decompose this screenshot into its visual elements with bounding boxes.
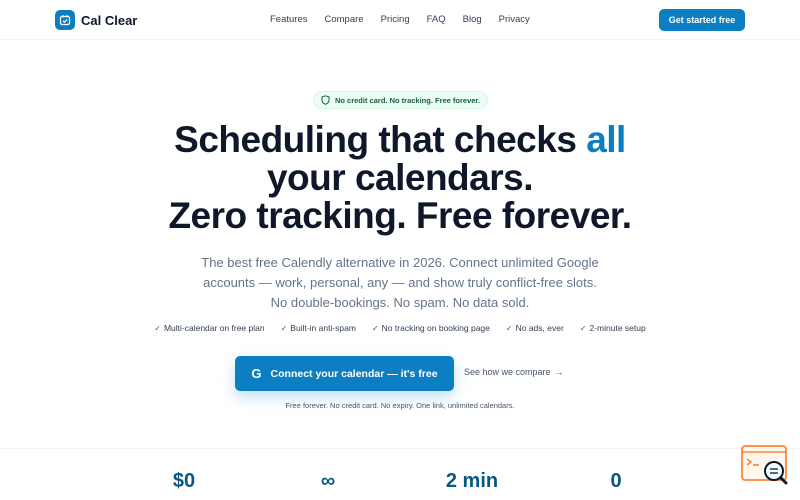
headline-accent: all [586, 119, 626, 160]
check-icon: ✓ [505, 323, 513, 333]
nav-link-privacy[interactable]: Privacy [499, 14, 530, 25]
headline-line2: your calendars. [266, 157, 534, 198]
hero-subtext: The best free Calendly alternative in 20… [201, 255, 599, 310]
brand-name: Cal Clear [81, 12, 138, 28]
feature-item: ✓ Multi-calendar on free plan [154, 323, 265, 333]
nav-link-pricing[interactable]: Pricing [381, 14, 410, 25]
feature-list: ✓ Multi-calendar on free plan ✓ Built-in… [0, 323, 800, 333]
brand-logo-link[interactable]: Cal Clear [55, 10, 137, 30]
nav-link-features[interactable]: Features [270, 14, 308, 25]
hero-headline: Scheduling that checks all your calendar… [0, 121, 800, 235]
get-started-button[interactable]: Get started free [659, 9, 745, 31]
stat-setup-time: 2 min [445, 470, 499, 492]
nav-link-compare[interactable]: Compare [325, 14, 364, 25]
stat-price: $0 [172, 470, 196, 492]
nav-link-blog[interactable]: Blog [463, 14, 482, 25]
stat-tracking: 0 [610, 470, 622, 492]
top-nav: Cal Clear Features Compare Pricing FAQ B… [0, 0, 800, 40]
google-g-icon: G [251, 366, 262, 381]
shield-icon [321, 95, 330, 105]
stats-divider [0, 448, 800, 449]
headline-line1: Scheduling that checks all [174, 119, 626, 160]
check-icon: ✓ [371, 323, 379, 333]
trust-badge-text: No credit card. No tracking. Free foreve… [334, 95, 481, 105]
arrow-right-icon: → [554, 367, 564, 377]
feature-item: ✓ No tracking on booking page [371, 323, 490, 333]
feature-item: ✓ No ads, ever [505, 323, 564, 333]
trust-badge: No credit card. No tracking. Free foreve… [313, 91, 488, 109]
stat-calendars: ∞ [320, 470, 336, 492]
feature-item: ✓ Built-in anti-spam [280, 323, 356, 333]
fine-print: Free forever. No credit card. No expiry.… [285, 401, 515, 410]
headline-line3: Zero tracking. Free forever. [168, 195, 632, 236]
code-search-icon [741, 445, 788, 485]
connect-calendar-label: Connect your calendar — it's free [270, 367, 438, 380]
floating-search-widget[interactable] [741, 445, 791, 490]
check-icon: ✓ [154, 323, 161, 333]
connect-calendar-button[interactable]: G Connect your calendar — it's free [235, 356, 454, 391]
check-icon: ✓ [579, 323, 587, 333]
compare-link[interactable]: See how we compare → [464, 367, 564, 377]
calendar-check-icon [55, 10, 75, 30]
check-icon: ✓ [280, 323, 288, 333]
nav-link-faq[interactable]: FAQ [427, 14, 446, 25]
feature-item: ✓ 2-minute setup [579, 323, 646, 333]
nav-links: Features Compare Pricing FAQ Blog Privac… [270, 14, 547, 25]
